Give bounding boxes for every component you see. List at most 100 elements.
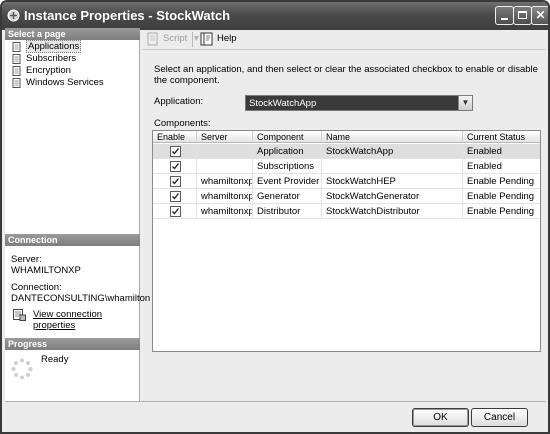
chevron-down-icon[interactable]: ▼ — [458, 96, 472, 110]
column-header-server[interactable]: Server — [197, 131, 253, 143]
components-label: Components: — [154, 118, 211, 129]
app-icon — [7, 9, 20, 22]
nav-item-encryption[interactable]: Encryption — [9, 65, 71, 77]
script-label: Script — [163, 33, 188, 44]
nav-item-label: Encryption — [26, 65, 71, 76]
checkmark-icon — [172, 178, 180, 185]
instruction-text: Select an application, and then select o… — [154, 64, 538, 86]
enable-cell — [153, 159, 197, 174]
nav-item-applications[interactable]: Applications — [9, 40, 82, 53]
help-button[interactable]: Help — [200, 32, 237, 46]
page-icon — [12, 54, 21, 64]
left-pane: Select a page Applications Subscribers E… — [5, 28, 150, 401]
footer-divider — [5, 401, 546, 402]
page-icon — [12, 42, 21, 52]
ok-button[interactable]: OK — [412, 408, 469, 427]
script-button[interactable]: Script ▾ — [146, 32, 199, 46]
checkmark-icon — [172, 163, 180, 170]
table-row[interactable]: whamiltonxp Distributor StockWatchDistri… — [153, 204, 540, 219]
page-icon — [12, 66, 21, 76]
nav-item-windows-services[interactable]: Windows Services — [9, 77, 104, 89]
enable-checkbox[interactable] — [170, 191, 181, 202]
title-bar: Instance Properties - StockWatch ✕ — [2, 2, 548, 30]
enable-checkbox[interactable] — [170, 146, 181, 157]
component-cell: Generator — [253, 189, 322, 204]
server-cell — [197, 159, 253, 174]
application-select-value: StockWatchApp — [249, 98, 317, 109]
component-cell: Event Provider — [253, 174, 322, 189]
select-page-header: Select a page — [5, 28, 140, 40]
status-cell: Enabled — [467, 161, 502, 172]
help-label: Help — [217, 33, 237, 44]
column-header-current-status[interactable]: Current Status — [463, 131, 540, 143]
column-header-name[interactable]: Name — [322, 131, 463, 143]
component-cell: Subscriptions — [253, 159, 322, 174]
status-cell: Enabled — [467, 146, 502, 157]
enable-cell — [153, 189, 197, 204]
progress-status: Ready — [41, 354, 69, 365]
component-cell: Distributor — [253, 204, 322, 219]
table-row[interactable]: Subscriptions Enabled — [153, 159, 540, 174]
connection-value: DANTECONSULTING\whamilton — [11, 293, 151, 304]
application-label: Application: — [154, 96, 204, 107]
close-button[interactable]: ✕ — [531, 6, 548, 25]
server-value: WHAMILTONXP — [11, 265, 81, 276]
status-cell: Enable Pending — [467, 176, 535, 187]
help-icon — [200, 32, 213, 46]
column-header-component[interactable]: Component — [253, 131, 322, 143]
connection-label: Connection: — [11, 282, 62, 293]
application-select[interactable]: StockWatchApp ▼ — [245, 95, 473, 111]
instance-properties-dialog: Instance Properties - StockWatch ✕ Selec… — [0, 0, 550, 434]
enable-checkbox[interactable] — [170, 206, 181, 217]
enable-cell — [153, 144, 197, 159]
name-cell: StockWatchGenerator — [322, 189, 463, 204]
connection-header: Connection — [5, 234, 140, 246]
checkmark-icon — [172, 193, 180, 200]
server-cell: whamiltonxp — [197, 189, 253, 204]
server-cell: whamiltonxp — [197, 204, 253, 219]
status-cell: Enable Pending — [467, 206, 535, 217]
server-cell: whamiltonxp — [197, 174, 253, 189]
table-row[interactable]: whamiltonxp Event Provider StockWatchHEP… — [153, 174, 540, 189]
nav-item-label: Applications — [26, 40, 82, 53]
enable-checkbox[interactable] — [170, 161, 181, 172]
nav-item-subscribers[interactable]: Subscribers — [9, 53, 76, 65]
enable-cell — [153, 204, 197, 219]
script-icon — [147, 32, 158, 46]
maximize-icon — [518, 11, 527, 19]
minimize-button[interactable] — [495, 6, 514, 25]
table-row[interactable]: whamiltonxp Generator StockWatchGenerato… — [153, 189, 540, 204]
name-cell: StockWatchApp — [322, 144, 463, 159]
maximize-button[interactable] — [513, 6, 532, 25]
table-row[interactable]: Application StockWatchApp Enabled — [153, 144, 540, 159]
enable-checkbox[interactable] — [170, 176, 181, 187]
nav-item-label: Subscribers — [26, 53, 77, 64]
window-title: Instance Properties - StockWatch — [24, 8, 231, 23]
components-grid: Enable Server Component Name Current Sta… — [152, 130, 541, 352]
toolbar: Script ▾ Help — [142, 28, 546, 50]
view-connection-properties-link[interactable]: View connection properties — [11, 309, 139, 331]
nav-item-label: Windows Services — [26, 77, 104, 88]
chevron-down-icon: ▾ — [193, 33, 199, 44]
toolbar-separator — [192, 32, 193, 47]
enable-cell — [153, 174, 197, 189]
close-icon: ✕ — [535, 8, 546, 22]
status-cell: Enable Pending — [467, 191, 535, 202]
view-connection-properties-label: View connection properties — [33, 309, 103, 331]
minimize-icon — [501, 18, 508, 20]
checkmark-icon — [172, 208, 180, 215]
name-cell: StockWatchDistributor — [322, 204, 463, 219]
component-cell: Application — [253, 144, 322, 159]
name-cell: StockWatchHEP — [322, 174, 463, 189]
cancel-button[interactable]: Cancel — [471, 408, 528, 427]
server-label: Server: — [11, 254, 42, 265]
column-header-enable[interactable]: Enable — [153, 131, 197, 143]
name-cell — [322, 159, 463, 174]
connection-properties-icon — [13, 309, 26, 321]
checkmark-icon — [172, 148, 180, 155]
server-cell — [197, 144, 253, 159]
grid-header: Enable Server Component Name Current Sta… — [153, 131, 540, 143]
progress-spinner-icon — [11, 358, 33, 380]
progress-header: Progress — [5, 338, 140, 350]
page-icon — [12, 78, 21, 88]
